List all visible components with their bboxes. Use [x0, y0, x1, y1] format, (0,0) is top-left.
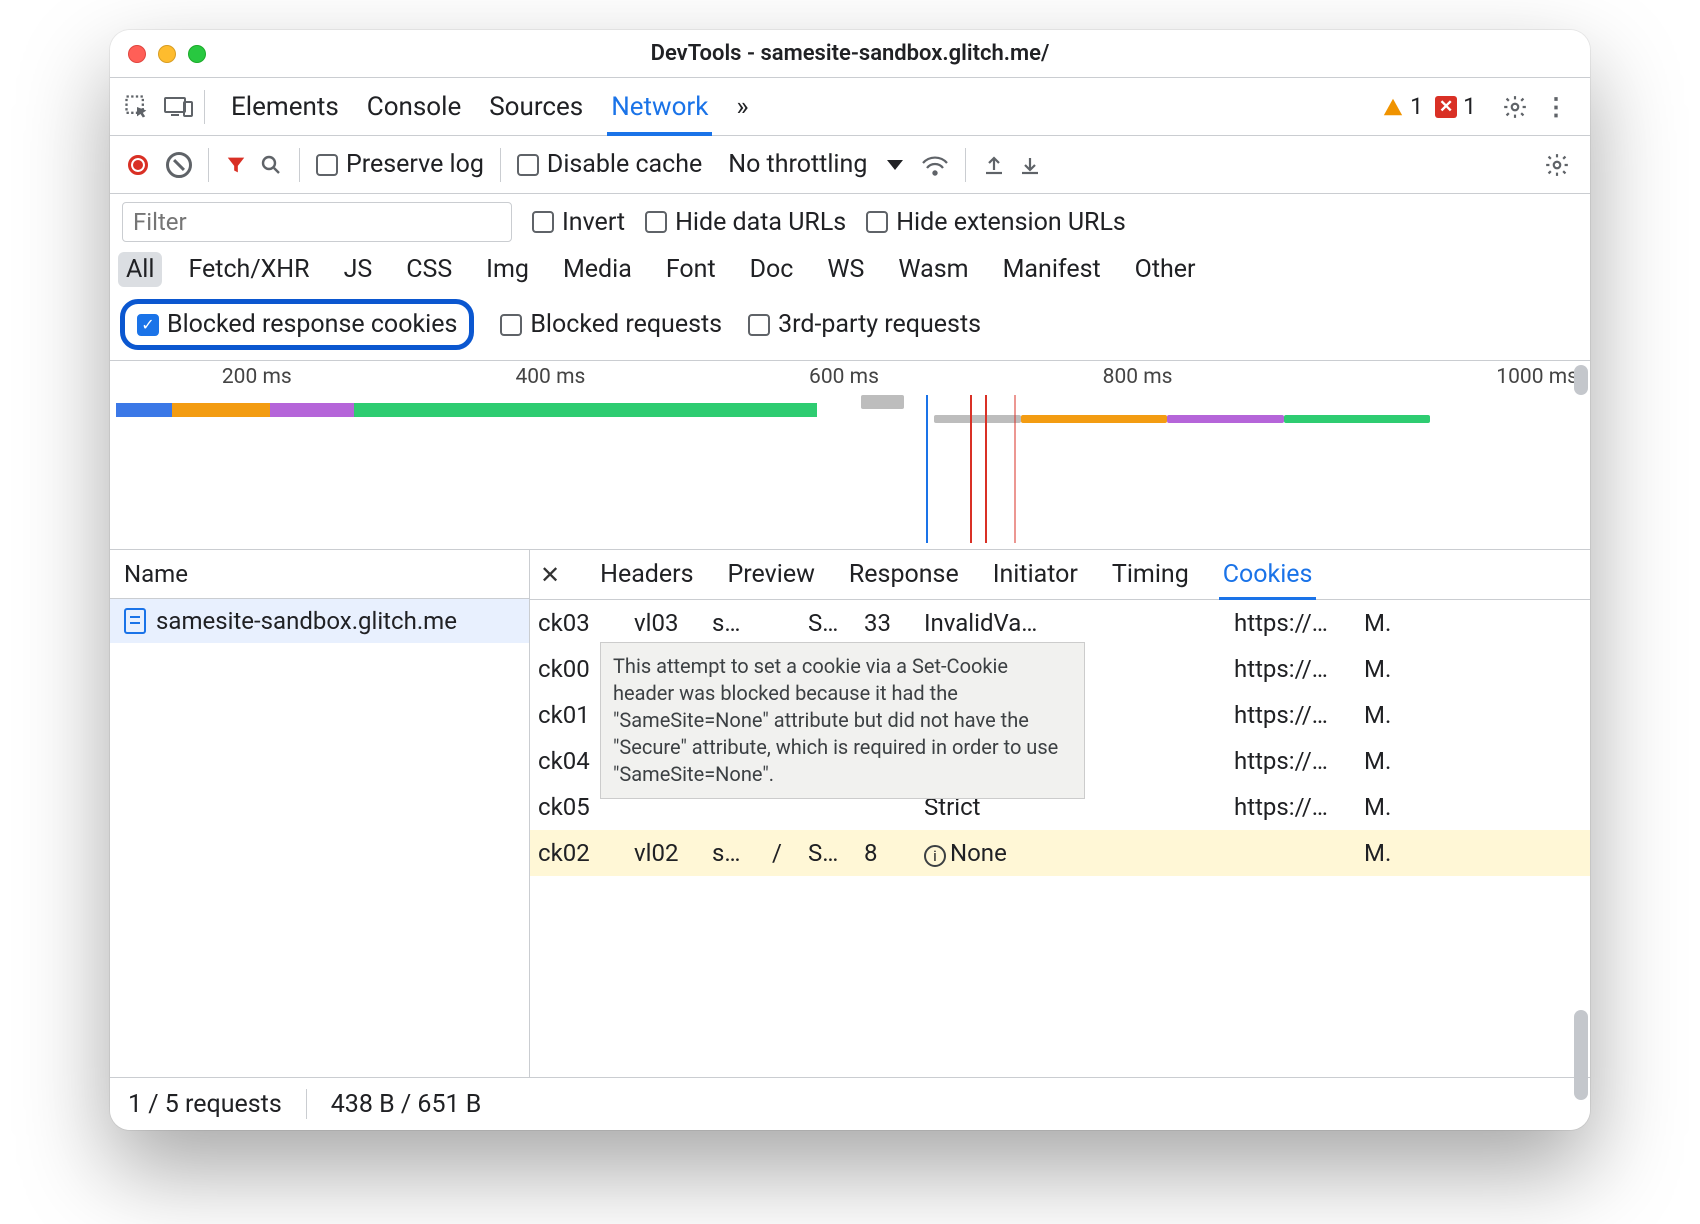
panel-tabs: Elements Console Sources Network » — [231, 78, 749, 135]
request-count: 1 / 5 requests — [128, 1090, 282, 1119]
upload-har-icon[interactable] — [982, 153, 1006, 177]
cookies-table: ck03vl03s…S…33InvalidVa…https://…M.ck00v… — [530, 600, 1590, 1077]
divider — [299, 148, 300, 182]
overview-ticks: 200 ms400 ms 600 ms800 ms 1000 ms — [110, 365, 1578, 387]
window-close-button[interactable] — [128, 45, 146, 63]
type-wasm[interactable]: Wasm — [890, 252, 976, 287]
tab-console[interactable]: Console — [367, 78, 461, 135]
type-all[interactable]: All — [118, 252, 162, 287]
divider — [306, 1089, 307, 1119]
network-toolbar: Preserve log Disable cache No throttling — [110, 136, 1590, 194]
preserve-log-checkbox[interactable]: Preserve log — [316, 150, 484, 179]
type-manifest[interactable]: Manifest — [995, 252, 1109, 287]
ptab-initiator[interactable]: Initiator — [993, 550, 1078, 599]
traffic-lights — [128, 45, 206, 63]
request-name: samesite-sandbox.glitch.me — [156, 607, 457, 635]
warning-icon — [1382, 96, 1404, 118]
document-icon — [124, 608, 146, 634]
disable-cache-checkbox[interactable]: Disable cache — [517, 150, 702, 179]
request-details: ✕ Headers Preview Response Initiator Tim… — [530, 550, 1590, 1077]
type-filter-row: All Fetch/XHR JS CSS Img Media Font Doc … — [110, 246, 1590, 293]
type-other[interactable]: Other — [1127, 252, 1204, 287]
timeline-overview[interactable]: 200 ms400 ms 600 ms800 ms 1000 ms — [110, 360, 1590, 550]
type-media[interactable]: Media — [555, 252, 640, 287]
filter-toggle-icon[interactable] — [225, 154, 247, 176]
error-icon: ✕ — [1435, 96, 1457, 118]
transfer-size: 438 B / 651 B — [331, 1090, 482, 1119]
divider — [204, 90, 205, 124]
warning-count: 1 — [1410, 93, 1423, 120]
divider — [500, 148, 501, 182]
inspect-element-icon[interactable] — [116, 86, 158, 128]
window-scrollbar[interactable] — [1574, 1010, 1588, 1100]
devtools-window: DevTools - samesite-sandbox.glitch.me/ E… — [110, 30, 1590, 1130]
extra-filters-row: ✓Blocked response cookies Blocked reques… — [110, 293, 1590, 360]
tab-sources[interactable]: Sources — [489, 78, 583, 135]
request-row[interactable]: samesite-sandbox.glitch.me — [110, 599, 529, 643]
details-tabs: ✕ Headers Preview Response Initiator Tim… — [530, 550, 1590, 600]
invert-checkbox[interactable]: Invert — [532, 208, 625, 237]
highlight-annotation: ✓Blocked response cookies — [120, 299, 474, 350]
blocked-cookie-tooltip: This attempt to set a cookie via a Set-C… — [600, 642, 1085, 799]
type-doc[interactable]: Doc — [742, 252, 802, 287]
issues-error-count[interactable]: ✕ 1 — [1435, 93, 1476, 120]
tab-more[interactable]: » — [736, 78, 748, 135]
record-button[interactable] — [122, 155, 154, 175]
tab-network[interactable]: Network — [611, 78, 708, 135]
ptab-headers[interactable]: Headers — [600, 550, 693, 599]
settings-gear-icon[interactable] — [1494, 86, 1536, 128]
filter-input[interactable] — [122, 202, 512, 242]
network-settings-gear-icon[interactable] — [1536, 144, 1578, 186]
status-bar: 1 / 5 requests 438 B / 651 B — [110, 1078, 1590, 1130]
request-split: Name samesite-sandbox.glitch.me ✕ Header… — [110, 550, 1590, 1078]
blocked-requests-checkbox[interactable]: Blocked requests — [500, 310, 722, 339]
type-img[interactable]: Img — [478, 252, 537, 287]
hide-extension-urls-checkbox[interactable]: Hide extension URLs — [866, 208, 1126, 237]
chevron-down-icon — [887, 160, 903, 170]
window-zoom-button[interactable] — [188, 45, 206, 63]
ptab-preview[interactable]: Preview — [728, 550, 815, 599]
ptab-timing[interactable]: Timing — [1112, 550, 1189, 599]
ptab-response[interactable]: Response — [849, 550, 959, 599]
column-header-name[interactable]: Name — [110, 550, 529, 599]
hide-data-urls-checkbox[interactable]: Hide data URLs — [645, 208, 846, 237]
close-details-icon[interactable]: ✕ — [540, 561, 560, 589]
device-toggle-icon[interactable] — [158, 86, 200, 128]
third-party-requests-checkbox[interactable]: 3rd-party requests — [748, 310, 981, 339]
download-har-icon[interactable] — [1018, 153, 1042, 177]
ptab-cookies[interactable]: Cookies — [1223, 550, 1313, 599]
tab-elements[interactable]: Elements — [231, 78, 339, 135]
window-titlebar: DevTools - samesite-sandbox.glitch.me/ — [110, 30, 1590, 78]
request-list: Name samesite-sandbox.glitch.me — [110, 550, 530, 1077]
type-ws[interactable]: WS — [819, 252, 872, 287]
type-fetch-xhr[interactable]: Fetch/XHR — [180, 252, 317, 287]
filter-bar: Invert Hide data URLs Hide extension URL… — [110, 194, 1590, 246]
info-icon: i — [924, 845, 946, 867]
divider — [965, 148, 966, 182]
type-js[interactable]: JS — [336, 252, 381, 287]
divider — [208, 148, 209, 182]
search-icon[interactable] — [259, 153, 283, 177]
main-toolbar: Elements Console Sources Network » 1 ✕ 1… — [110, 78, 1590, 136]
throttling-select[interactable]: No throttling — [728, 150, 903, 179]
clear-button[interactable] — [166, 152, 192, 178]
type-css[interactable]: CSS — [398, 252, 460, 287]
type-font[interactable]: Font — [658, 252, 724, 287]
more-menu-icon[interactable]: ⋮ — [1536, 86, 1578, 128]
window-title: DevTools - samesite-sandbox.glitch.me/ — [651, 41, 1050, 66]
overview-scrollbar[interactable] — [1574, 365, 1588, 395]
window-minimize-button[interactable] — [158, 45, 176, 63]
blocked-response-cookies-checkbox[interactable]: ✓Blocked response cookies — [137, 310, 457, 339]
overview-body — [116, 395, 1576, 543]
cookie-row[interactable]: ck03vl03s…S…33InvalidVa…https://…M. — [530, 600, 1590, 646]
cookie-row[interactable]: ck02vl02s…/S…8iNoneM. — [530, 830, 1590, 876]
error-count: 1 — [1463, 93, 1476, 120]
issues-warning-count[interactable]: 1 — [1382, 93, 1423, 120]
network-conditions-icon[interactable] — [921, 154, 949, 176]
